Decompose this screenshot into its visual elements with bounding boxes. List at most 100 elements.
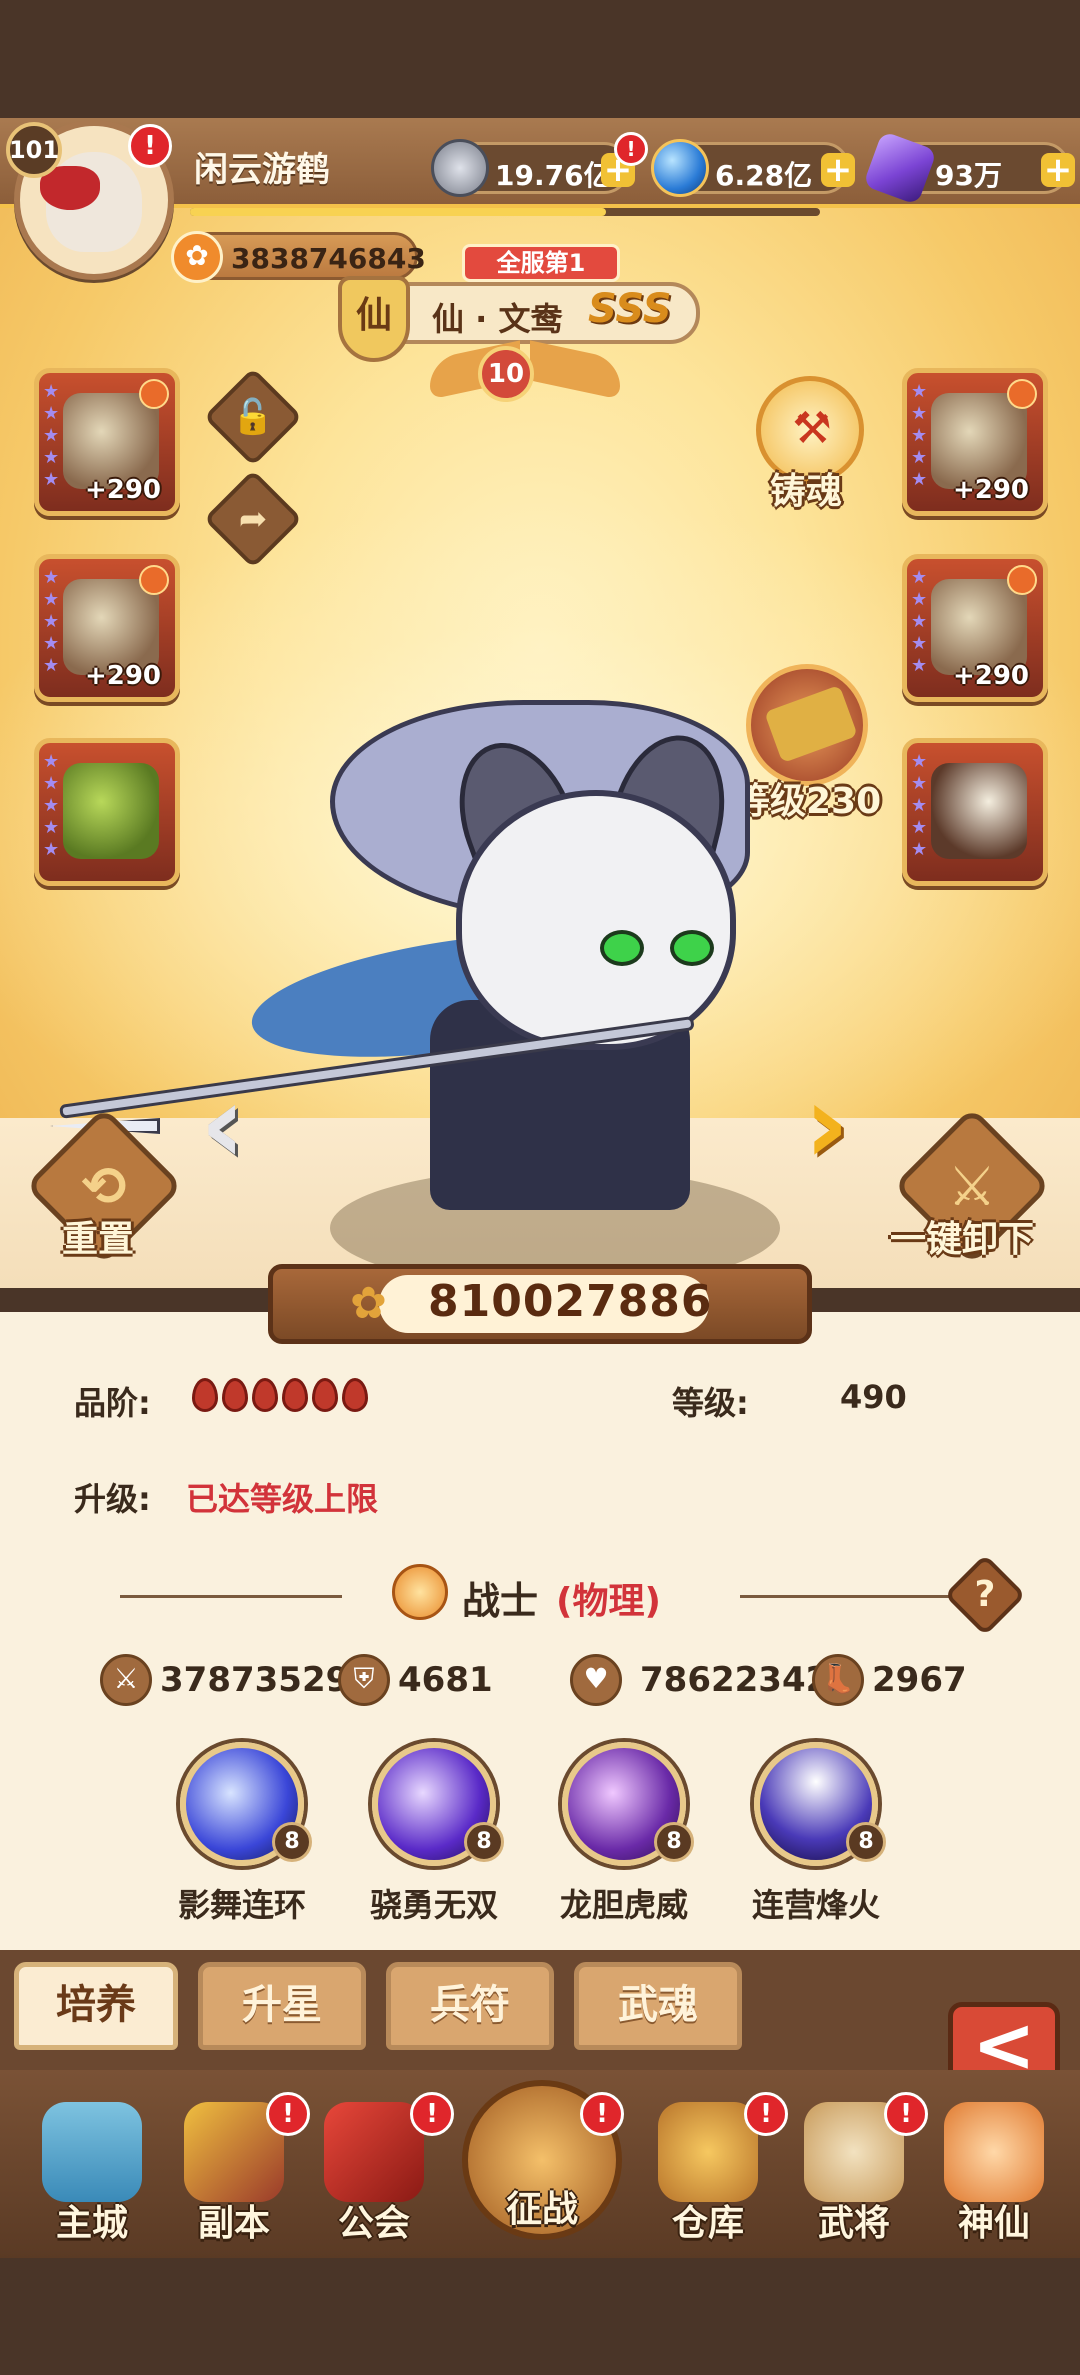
skill-4-name: 连营烽火	[751, 1886, 880, 1924]
nav-generals-alert: !	[884, 2092, 928, 2136]
tab-cultivate[interactable]: 培养	[14, 1962, 178, 2050]
help-icon: ?	[974, 1574, 996, 1615]
grade-flame-icon	[252, 1378, 278, 1412]
equip-plus: +290	[84, 475, 161, 505]
equip-plus: +290	[952, 475, 1029, 505]
server-rank-badge: 全服第1	[462, 244, 620, 282]
mount-level-label: 等级230	[734, 781, 882, 822]
nav-main-city[interactable]: 主城	[28, 2094, 156, 2244]
status-bar-area	[0, 0, 1080, 118]
emblem-icon	[1007, 565, 1037, 595]
player-power-pill: ✿ 3838746843	[171, 231, 426, 283]
warrior-class-icon	[392, 1564, 448, 1620]
boot-icon: 👢	[812, 1654, 864, 1706]
title-shield-icon: 仙	[338, 276, 410, 362]
avatar-alert-badge: !	[128, 124, 172, 168]
title-level-badge: 10	[478, 346, 534, 402]
prev-general-arrow[interactable]: ‹	[200, 1060, 280, 1188]
class-name: 战士	[462, 1579, 539, 1623]
grade-flame-icon	[222, 1378, 248, 1412]
immortal-cat-icon	[944, 2102, 1044, 2202]
equip-slot-left-1[interactable]: ★ ★ ★ ★ ★ +290	[34, 368, 180, 516]
experience-bar	[190, 208, 820, 216]
tab-martial-soul[interactable]: 武魂	[574, 1962, 742, 2050]
game-screen: 101 ! 闲云游鹤 19.76亿 + ! 6.28亿 + 93万 + ✿ 38…	[0, 0, 1080, 2375]
nav-generals-label: 武将	[817, 2203, 890, 2244]
grade-flame-icon	[282, 1378, 308, 1412]
shield-icon: ⛨	[338, 1654, 390, 1706]
equip-plus: +290	[952, 661, 1029, 691]
star-column: ★ ★ ★ ★ ★	[911, 751, 928, 860]
skill-2-name: 骁勇无双	[369, 1886, 498, 1924]
skill-2-level: 8	[464, 1822, 504, 1862]
emblem-icon	[1007, 379, 1037, 409]
crystal-currency[interactable]: 93万 +	[862, 130, 1075, 206]
grade-flame-icon	[312, 1378, 338, 1412]
nav-immortal[interactable]: 神仙	[930, 2094, 1058, 2244]
tab-star-up[interactable]: 升星	[198, 1962, 366, 2050]
level-label: 等级:	[672, 1384, 749, 1422]
mount-button[interactable]	[746, 664, 868, 786]
upgrade-status: 已达等级上限	[186, 1480, 379, 1518]
nav-battle[interactable]: 征战	[462, 2060, 622, 2260]
skill-4-level: 8	[846, 1822, 886, 1862]
star-column: ★ ★ ★ ★ ★	[43, 751, 60, 860]
general-grade: SSS	[588, 286, 672, 332]
star-column: ★ ★ ★ ★ ★	[911, 381, 928, 490]
sword-icon: ⚔	[100, 1654, 152, 1706]
orb-currency[interactable]: 6.28亿 +	[651, 139, 855, 197]
city-icon	[42, 2102, 142, 2202]
soul-forge-icon: ⚒	[792, 403, 832, 454]
paw-icon: ✿	[350, 1278, 387, 1329]
unlock-icon: 🔓	[231, 397, 275, 437]
share-icon: ➦	[238, 499, 268, 539]
star-column: ★ ★ ★ ★ ★	[43, 381, 60, 490]
orb-add-button[interactable]: +	[821, 153, 855, 187]
paw-icon: ✿	[171, 231, 223, 283]
star-column: ★ ★ ★ ★ ★	[43, 567, 60, 676]
equip-slot-left-2[interactable]: ★ ★ ★ ★ ★ +290	[34, 554, 180, 702]
equip-slot-right-3[interactable]: ★ ★ ★ ★ ★	[902, 738, 1048, 886]
class-damage-type: (物理)	[556, 1581, 661, 1622]
nav-immortal-label: 神仙	[957, 2203, 1030, 2244]
fan-icon	[931, 763, 1027, 859]
coin-icon	[431, 139, 489, 197]
skill-3-level: 8	[654, 1822, 694, 1862]
nav-battle-alert: !	[580, 2092, 624, 2136]
tab-troop-token[interactable]: 兵符	[386, 1962, 554, 2050]
nav-dungeon-alert: !	[266, 2092, 310, 2136]
nav-guild-label: 公会	[337, 2203, 410, 2244]
grade-label: 品阶:	[74, 1384, 151, 1422]
general-name: 仙 · 文鸯	[432, 300, 563, 338]
next-general-arrow[interactable]: ›	[804, 1060, 884, 1188]
orb-value: 6.28亿	[715, 159, 813, 192]
coin-currency[interactable]: 19.76亿 +	[431, 139, 635, 197]
emblem-icon	[139, 379, 169, 409]
character-eye-left	[600, 930, 644, 966]
reset-label: 重置	[62, 1219, 135, 1260]
jade-treasure-icon	[63, 763, 159, 859]
equip-slot-right-1[interactable]: ★ ★ ★ ★ ★ +290	[902, 368, 1048, 516]
equip-plus: +290	[84, 661, 161, 691]
skill-3-name: 龙胆虎威	[559, 1886, 688, 1924]
crystal-add-button[interactable]: +	[1041, 153, 1075, 187]
speed-value: 2967	[872, 1660, 967, 1700]
unequip-all-label: 一键卸下	[890, 1219, 1035, 1260]
character-head	[456, 790, 736, 1050]
crystal-value: 93万	[935, 159, 1002, 192]
grade-flame-icon	[192, 1378, 218, 1412]
equip-slot-right-2[interactable]: ★ ★ ★ ★ ★ +290	[902, 554, 1048, 702]
soul-forge-label: 铸魂	[770, 471, 843, 512]
coin-value: 19.76亿	[495, 159, 612, 192]
equip-slot-left-3[interactable]: ★ ★ ★ ★ ★	[34, 738, 180, 886]
upgrade-label: 升级:	[74, 1480, 151, 1518]
general-info-panel	[0, 1312, 1080, 1952]
warehouse-bag-icon	[658, 2102, 758, 2202]
skill-1-level: 8	[272, 1822, 312, 1862]
nav-warehouse-alert: !	[744, 2092, 788, 2136]
nav-dungeon-label: 副本	[197, 2203, 270, 2244]
attack-value: 37873529	[160, 1660, 350, 1700]
orb-alert-badge: !	[614, 132, 648, 166]
character-eye-right	[670, 930, 714, 966]
blue-orb-icon	[651, 139, 709, 197]
